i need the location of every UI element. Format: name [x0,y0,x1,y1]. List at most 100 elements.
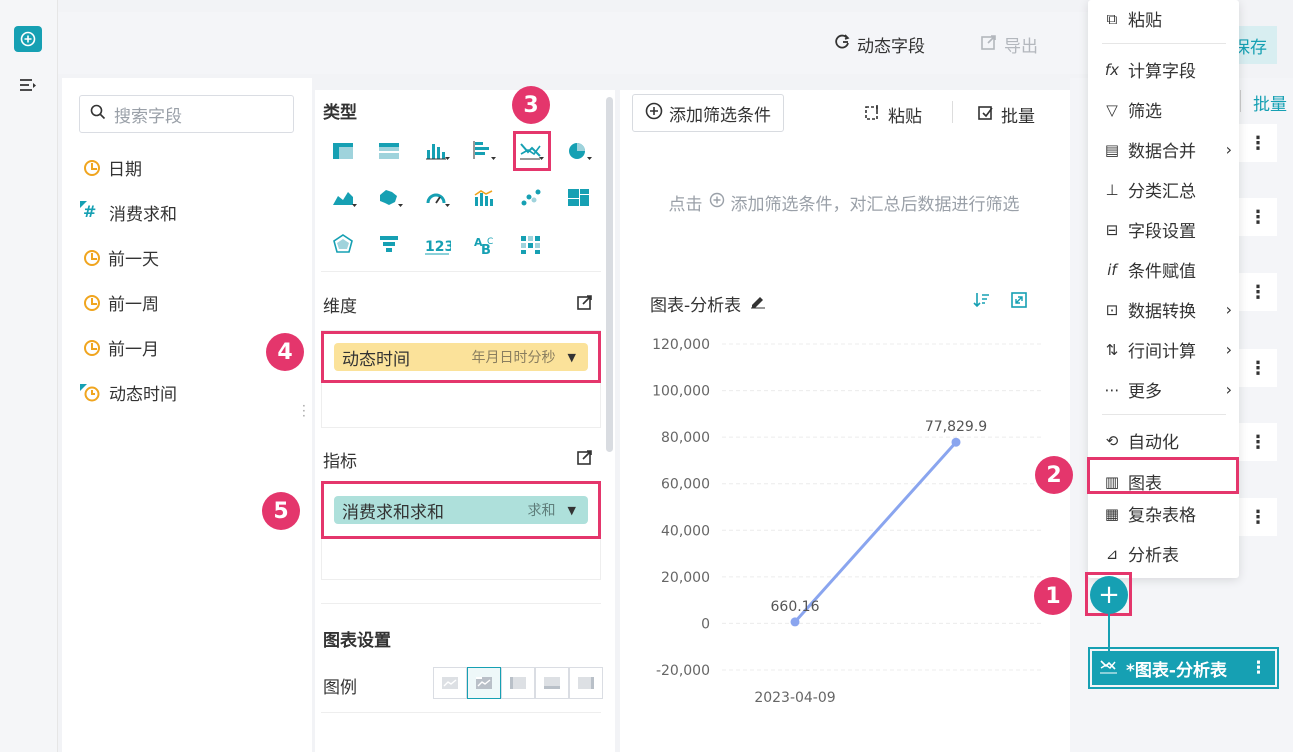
treemap-chart-icon[interactable] [567,187,593,214]
menu-item-automation[interactable]: ⟲ 自动化 [1102,428,1232,454]
pie-chart-icon[interactable] [567,140,593,167]
field-item[interactable]: 前一天 [84,245,159,270]
menu-item-label: 行间计算 [1128,342,1196,362]
more-vertical-icon[interactable]: ⋮ [1239,498,1277,536]
menu-item-analysis-table[interactable]: ⊿ 分析表 [1102,541,1232,567]
metric-pill[interactable]: 消费求和求和 求和 ▼ [334,496,588,524]
y-tick-label: 20,000 [661,570,710,586]
field-item[interactable]: # 消费求和 [79,200,177,225]
more-vertical-icon[interactable]: ⋮ [1239,198,1277,236]
menu-item-calc-field[interactable]: fx 计算字段 [1102,57,1232,83]
step-badge-4: 4 [266,333,304,371]
menu-item-complex-table[interactable]: ▦ 复杂表格 [1102,501,1232,527]
menu-separator [1102,414,1226,415]
add-step-button[interactable]: + [1090,576,1128,614]
chart-title-row: 图表-分析表 [650,291,767,316]
cross-table-icon[interactable] [378,140,404,167]
field-item[interactable]: 动态时间 [79,380,177,405]
legend-right-icon[interactable] [569,667,603,699]
radar-chart-icon[interactable] [332,234,358,261]
menu-item-label: 复杂表格 [1128,506,1196,526]
menu-item-label: 粘贴 [1128,11,1162,31]
legend-left-icon[interactable] [501,667,535,699]
menu-item-more[interactable]: ⋯ 更多 › [1102,377,1233,402]
field-item[interactable]: 前一周 [84,290,159,315]
type-title: 类型 [323,103,357,123]
bar-chart-icon[interactable] [472,140,498,167]
menu-item-merge[interactable]: ▤ 数据合并 › [1102,137,1232,162]
legend-bottom-icon[interactable] [535,667,569,699]
if-icon: if [1107,260,1117,279]
data-point[interactable] [951,437,961,447]
scrollbar[interactable] [606,97,613,452]
menu-item-filter[interactable]: ▽ 筛选 [1102,97,1232,123]
column-chart-icon[interactable] [425,140,451,167]
caret-down-icon[interactable]: ▼ [568,351,576,364]
outline-icon[interactable] [18,77,38,100]
dimension-pill[interactable]: 动态时间 年月日时分秒 ▼ [334,343,588,371]
menu-item-label: 数据合并 [1128,142,1196,162]
menu-item-condition[interactable]: if 条件赋值 [1102,257,1232,283]
more-vertical-icon[interactable]: ⋮ [1239,273,1277,311]
scatter-chart-icon[interactable] [519,187,545,214]
edit-pen-icon[interactable] [749,293,767,314]
table-chart-icon[interactable] [332,140,358,167]
more-vertical-icon[interactable]: ⋮ [1239,349,1277,387]
field-item[interactable]: 前一月 [84,335,159,360]
export-icon [980,33,998,56]
fullscreen-icon[interactable] [1010,291,1028,314]
paste-icon [864,103,882,126]
more-vertical-icon[interactable]: ⋮ [1250,658,1267,678]
dimension-highlight: 动态时间 年月日时分秒 ▼ [321,331,601,383]
search-input[interactable]: 搜索字段 [79,95,294,133]
complex-table-icon: ▦ [1104,504,1120,523]
add-circle-icon [709,192,725,213]
map-chart-icon[interactable] [378,187,404,214]
menu-item-label: 计算字段 [1128,62,1196,82]
kpi-number-icon[interactable]: 123 [425,234,454,261]
field-label: 消费求和 [109,205,177,225]
menu-item-field-settings[interactable]: ⊟ 字段设置 [1102,217,1232,243]
paste-button[interactable]: 粘贴 [864,102,922,127]
divider [1240,90,1241,112]
more-vertical-icon[interactable]: ⋮ [1239,423,1277,461]
add-filter-button[interactable]: 添加筛选条件 [632,94,784,132]
edit-metric-icon[interactable] [576,448,594,471]
more-vertical-icon[interactable]: ⋮ [1239,124,1277,162]
batch-link[interactable]: 批量 [1253,90,1287,115]
funnel-chart-icon[interactable] [378,234,404,261]
caret-down-icon[interactable]: ▼ [568,504,576,517]
data-point[interactable] [790,617,800,627]
paste-icon: ⧉ [1106,9,1118,28]
area-chart-icon[interactable] [332,187,358,214]
field-item[interactable]: 日期 [84,155,142,180]
edit-dimension-icon[interactable] [576,293,594,316]
legend-none-icon[interactable] [433,667,467,699]
line-chart-type-button[interactable] [513,131,551,171]
transform-icon: ⊡ [1105,300,1119,319]
series-line [793,441,958,623]
add-icon[interactable] [14,26,42,52]
legend-top-icon[interactable] [467,667,501,699]
menu-item-row-calc[interactable]: ⇅ 行间计算 › [1102,337,1232,362]
menu-item-transform[interactable]: ⊡ 数据转换 › [1102,297,1232,322]
menu-item-group[interactable]: ⊥ 分类汇总 [1102,177,1232,203]
sort-icon[interactable] [973,291,991,314]
dynamic-field-button[interactable]: 动态字段 [833,32,925,57]
combo-chart-icon[interactable] [472,187,498,214]
step-node-chart[interactable]: *图表-分析表 ⋮ [1088,647,1279,689]
menu-item-paste[interactable]: ⧉ 粘贴 [1102,6,1232,32]
export-button[interactable]: 导出 [980,32,1038,57]
chevron-right-icon: › [1225,380,1232,399]
heatmap-chart-icon[interactable] [519,234,545,261]
y-tick-label: -20,000 [656,663,710,679]
date-field-icon [84,339,100,356]
y-tick-label: 80,000 [661,430,710,446]
filter-hint[interactable]: 点击 添加筛选条件，对汇总后数据进行筛选 [632,147,1056,257]
batch-button[interactable]: 批量 [977,102,1035,127]
word-cloud-icon[interactable]: ABC [472,234,498,261]
gauge-chart-icon[interactable] [425,187,451,214]
resize-handle[interactable]: · · · [302,400,306,422]
metric-title: 指标 [323,452,357,472]
chart-settings-title: 图表设置 [323,631,391,651]
